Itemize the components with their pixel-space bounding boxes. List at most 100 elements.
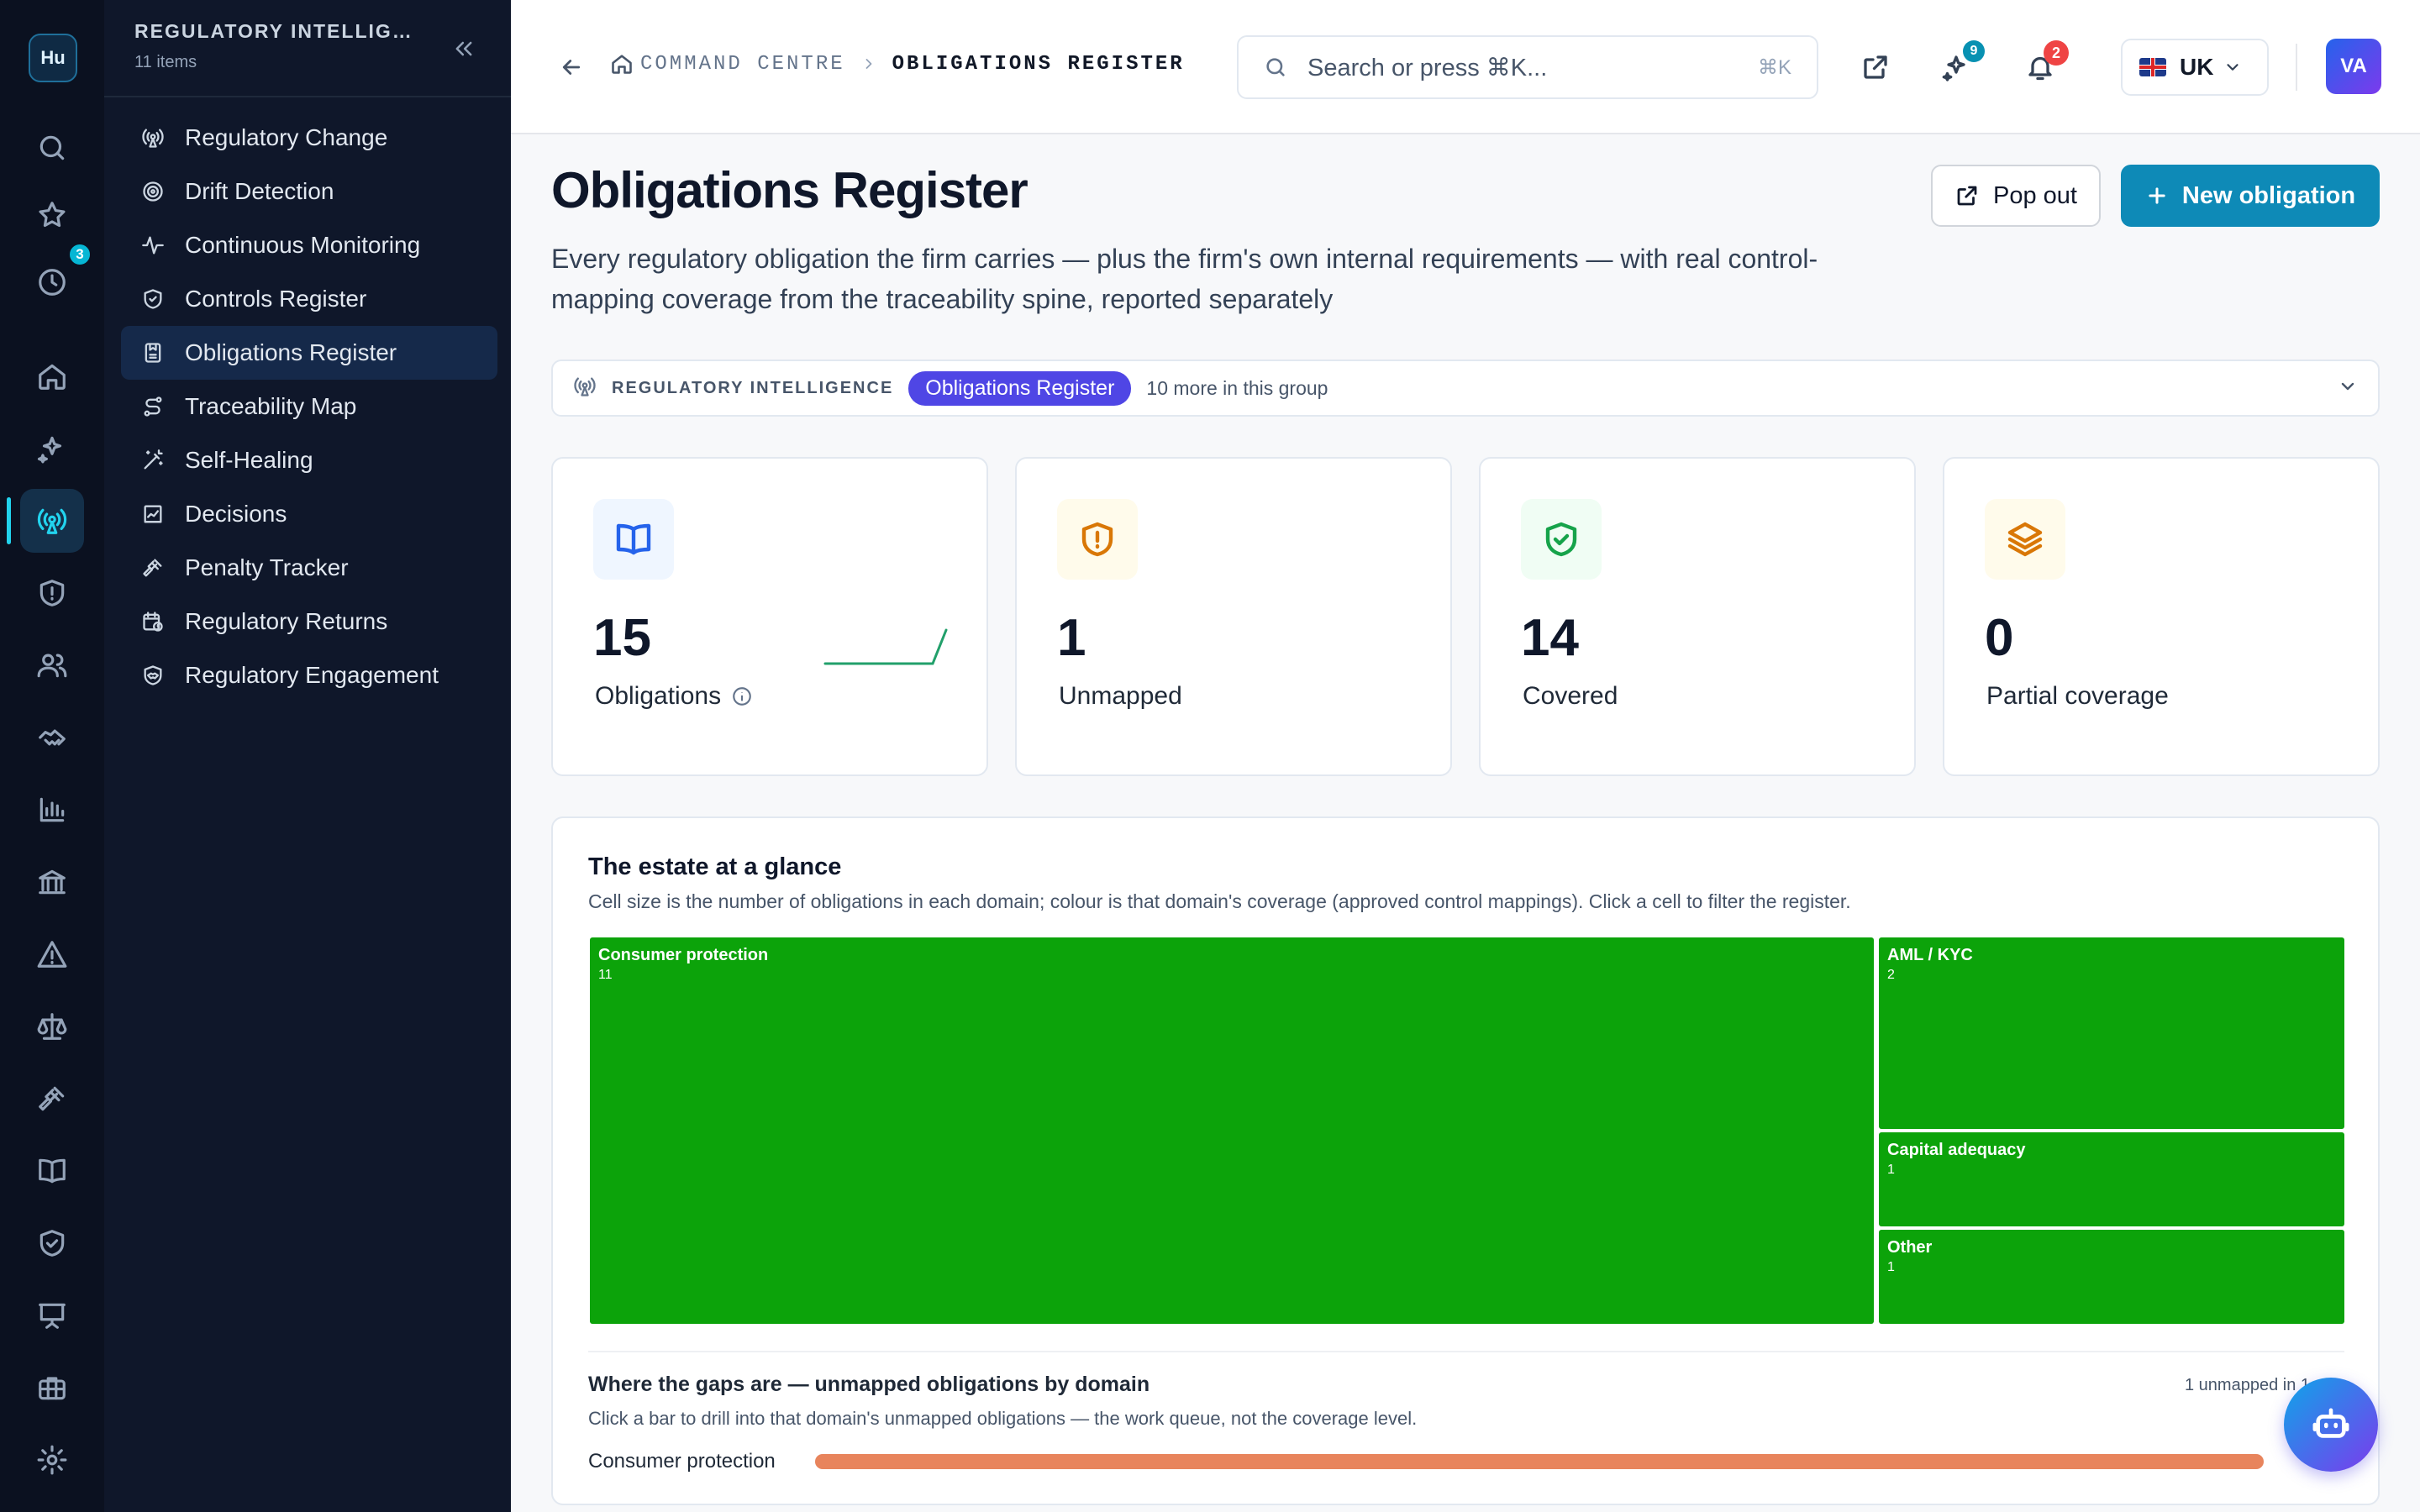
layers-icon [1985, 499, 2065, 580]
book-open-icon [593, 499, 674, 580]
home-icon[interactable] [20, 344, 84, 408]
chart-icon [141, 501, 166, 527]
assistant-bot-button[interactable] [2284, 1378, 2378, 1472]
gap-bar-track[interactable] [815, 1454, 2264, 1469]
handshake-shield-icon [141, 663, 166, 688]
sidebar-item-regulatory-returns[interactable]: Regulatory Returns [121, 595, 497, 648]
presentation-icon[interactable] [20, 1284, 84, 1347]
cell-name: Consumer protection [598, 946, 769, 964]
region-selector[interactable]: UK [2121, 39, 2269, 96]
book-icon[interactable] [20, 1139, 84, 1203]
avatar[interactable]: VA [2326, 39, 2381, 94]
sidebar-item-regulatory-change[interactable]: Regulatory Change [121, 111, 497, 165]
bar-chart-icon[interactable] [20, 778, 84, 842]
pop-out-button[interactable]: Pop out [1931, 165, 2101, 227]
shield-check-icon [1521, 499, 1602, 580]
pop-out-label: Pop out [1993, 181, 2077, 209]
clipboard-icon [141, 340, 166, 365]
treemap-cell-other[interactable]: Other 1 [1879, 1230, 2344, 1324]
treemap-cell-capital-adequacy[interactable]: Capital adequacy 1 [1879, 1132, 2344, 1226]
gaps-title: Where the gaps are — unmapped obligation… [588, 1373, 1150, 1396]
gavel-icon[interactable] [20, 1067, 84, 1131]
kpi-card-obligations[interactable]: 15 Obligations [551, 457, 988, 776]
cell-name: Capital adequacy [1887, 1141, 2026, 1159]
history-badge: 3 [67, 242, 92, 267]
sidebar-item-decisions[interactable]: Decisions [121, 487, 497, 541]
calendar-clock-icon [141, 609, 166, 634]
page-description: Every regulatory obligation the firm car… [551, 244, 1818, 314]
kpi-value: 0 [1985, 609, 2014, 667]
group-more-count: 10 more in this group [1146, 376, 1328, 399]
new-obligation-button[interactable]: New obligation [2121, 165, 2380, 227]
collapse-sidebar-icon[interactable] [447, 32, 481, 66]
notification-badge: 2 [2044, 40, 2069, 66]
sidebar-item-label: Penalty Tracker [185, 554, 349, 580]
kpi-label: Partial coverage [1986, 682, 2169, 710]
treemap-cell-consumer-protection[interactable]: Consumer protection 11 [590, 937, 1874, 1324]
bot-icon [2312, 1408, 2349, 1438]
broadcast-icon [141, 125, 166, 150]
handshake-icon[interactable] [20, 706, 84, 769]
back-arrow-icon[interactable] [555, 50, 588, 84]
sidebar-title: REGULATORY INTELLIGENCE [134, 20, 420, 42]
sidebar-item-obligations-register[interactable]: Obligations Register [121, 326, 497, 380]
top-bar: COMMAND CENTRE OBLIGATIONS REGISTER Sear… [511, 0, 2420, 134]
sidebar-nav: Regulatory Change Drift Detection Contin… [121, 111, 497, 702]
sparkles-icon[interactable] [20, 417, 84, 480]
sidebar-item-drift-detection[interactable]: Drift Detection [121, 165, 497, 218]
sidebar-item-label: Regulatory Returns [185, 608, 388, 634]
shield-check-icon[interactable] [20, 1211, 84, 1275]
app-logo[interactable]: Hu [29, 34, 77, 82]
sidebar-item-label: Drift Detection [185, 178, 334, 204]
search-input[interactable]: Search or press ⌘K... ⌘K [1237, 35, 1818, 99]
sidebar: REGULATORY INTELLIGENCE 11 items Regulat… [104, 0, 511, 1512]
bell-icon[interactable]: 2 [2017, 40, 2069, 91]
sidebar-item-label: Continuous Monitoring [185, 232, 421, 258]
target-icon [141, 179, 166, 204]
breadcrumb-command-centre[interactable]: COMMAND CENTRE [640, 53, 845, 76]
activity-icon [141, 233, 166, 258]
search-placeholder: Search or press ⌘K... [1307, 54, 1548, 81]
shield-icon [141, 286, 166, 312]
sidebar-item-continuous-monitoring[interactable]: Continuous Monitoring [121, 218, 497, 272]
sidebar-item-traceability-map[interactable]: Traceability Map [121, 380, 497, 433]
kpi-card-partial-coverage[interactable]: 0 Partial coverage [1943, 457, 2380, 776]
gear-icon[interactable] [20, 1428, 84, 1492]
cell-value: 1 [1887, 1163, 1895, 1177]
wand-icon [141, 448, 166, 473]
breadcrumb: COMMAND CENTRE OBLIGATIONS REGISTER [610, 52, 1185, 76]
sidebar-item-regulatory-engagement[interactable]: Regulatory Engagement [121, 648, 497, 702]
sidebar-item-self-healing[interactable]: Self-Healing [121, 433, 497, 487]
treemap-cell-aml-kyc[interactable]: AML / KYC 2 [1879, 937, 2344, 1129]
chevron-down-icon[interactable] [2338, 376, 2358, 401]
cell-value: 1 [1887, 1260, 1895, 1274]
kpi-card-covered[interactable]: 14 Covered [1479, 457, 1916, 776]
info-icon[interactable] [731, 685, 753, 707]
home-icon[interactable] [610, 52, 634, 76]
briefcase-icon[interactable] [20, 1356, 84, 1420]
group-switcher[interactable]: REGULATORY INTELLIGENCE Obligations Regi… [551, 360, 2380, 417]
sidebar-item-controls-register[interactable]: Controls Register [121, 272, 497, 326]
gap-bar-consumer-protection[interactable] [815, 1454, 2264, 1469]
sidebar-item-label: Regulatory Engagement [185, 662, 439, 688]
shield-alert-icon[interactable] [20, 561, 84, 625]
external-link-icon[interactable] [1852, 44, 1899, 91]
rail-active-indicator [7, 497, 11, 544]
search-icon[interactable] [20, 116, 84, 180]
ai-badge: 9 [1963, 40, 1985, 62]
section-divider [588, 1351, 2344, 1352]
warning-icon[interactable] [20, 922, 84, 986]
bank-icon[interactable] [20, 850, 84, 914]
gaps-summary: 1 unmapped in 1 domain [2185, 1376, 2311, 1394]
broadcast-icon[interactable] [20, 489, 84, 553]
users-icon[interactable] [20, 633, 84, 697]
ai-sparkles-icon[interactable]: 9 [1933, 40, 1985, 91]
gaps-subtitle: Click a bar to drill into that domain's … [588, 1408, 1418, 1429]
kpi-card-unmapped[interactable]: 1 Unmapped [1015, 457, 1452, 776]
star-icon[interactable] [20, 183, 84, 247]
group-current-pill: Obligations Register [908, 370, 1132, 406]
search-shortcut: ⌘K [1757, 55, 1791, 79]
sidebar-item-penalty-tracker[interactable]: Penalty Tracker [121, 541, 497, 595]
scale-icon[interactable] [20, 995, 84, 1058]
topbar-divider [2296, 44, 2297, 91]
